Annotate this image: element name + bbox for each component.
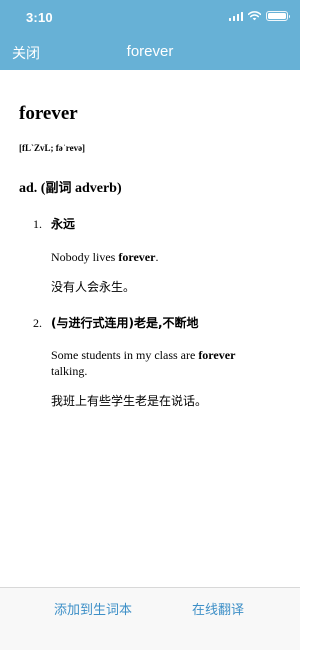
example-translation: 我班上有些学生老是在说话。 [51,394,208,408]
example-translation: 没有人会永生。 [51,280,136,294]
phonetic: [fL`ZvL; fəˈrevə] [19,143,86,153]
pos-prefix: ad. ( [19,181,46,196]
sense-item: 1. 永远 Nobody lives forever. 没有人会永生。 [33,215,273,295]
wifi-icon [248,11,261,21]
example-text: talking. [51,364,88,378]
example-keyword: forever [198,348,236,362]
status-bar: 3:10 [0,0,300,34]
example-text: . [155,250,159,264]
sense-number: 1. [33,217,42,231]
example-text: Nobody lives [51,250,119,264]
sense-number: 2. [33,316,42,330]
pos-english: adverb) [71,181,122,196]
sense-item: 2. (与进行式连用)老是,不断地 Some students in my cl… [33,314,273,409]
nav-bar: 关闭 forever [0,38,300,66]
add-to-wordbook-button[interactable]: 添加到生词本 [54,599,132,618]
sense-definition: 永远 [51,217,76,231]
example-sentence: Some students in my class are forever ta… [51,347,261,379]
dictionary-entry: forever [fL`ZvL; fəˈrevə] ad. (副词 adverb… [0,70,300,587]
page-title: forever [126,43,174,60]
signal-icon [228,11,243,21]
status-icons [228,11,290,21]
headword: forever [19,103,78,124]
example-text: Some students in my class are [51,348,199,362]
part-of-speech: ad. (副词 adverb) [19,177,122,197]
battery-icon [266,11,290,21]
example-keyword: forever [118,250,156,264]
bottom-toolbar: 添加到生词本 在线翻译 [0,587,300,650]
sense-definition: (与进行式连用)老是,不断地 [51,316,199,330]
pos-chinese: 副词 [45,181,72,196]
header: 3:10 关闭 forever [0,0,300,70]
online-translate-button[interactable]: 在线翻译 [192,599,244,618]
status-time: 3:10 [26,10,53,25]
example-sentence: Nobody lives forever. [51,249,261,265]
